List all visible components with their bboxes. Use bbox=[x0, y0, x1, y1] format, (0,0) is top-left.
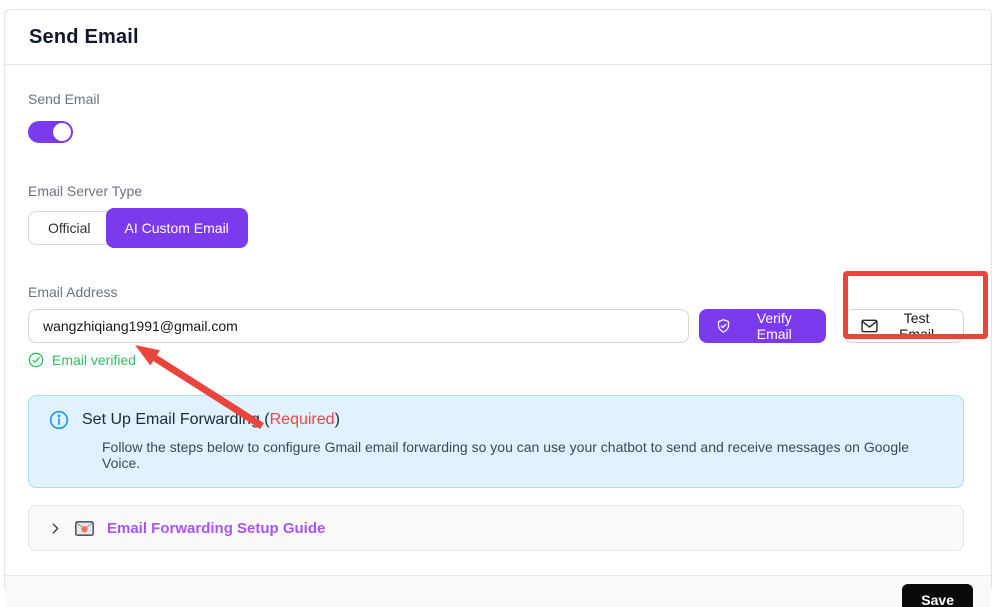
email-server-type-label: Email Server Type bbox=[28, 183, 964, 199]
email-emoji-icon bbox=[75, 521, 94, 536]
card-body: Send Email Email Server Type Official AI… bbox=[5, 65, 991, 575]
card-header: Send Email bbox=[5, 10, 991, 65]
shield-check-icon bbox=[716, 318, 731, 334]
email-forwarding-info-box: Set Up Email Forwarding (Required) Follo… bbox=[28, 395, 964, 488]
send-email-toggle-label: Send Email bbox=[28, 91, 964, 107]
email-address-row: Verify Email Test Email bbox=[28, 309, 964, 343]
send-email-card: Send Email Send Email Email Server Type … bbox=[4, 9, 992, 593]
verify-email-button[interactable]: Verify Email bbox=[699, 309, 826, 343]
test-email-button[interactable]: Test Email bbox=[844, 309, 964, 343]
save-button[interactable]: Save bbox=[902, 584, 973, 607]
send-email-toggle[interactable] bbox=[28, 121, 73, 143]
required-badge: Required bbox=[270, 411, 335, 428]
toggle-knob bbox=[53, 123, 71, 141]
card-footer: Save bbox=[5, 575, 991, 607]
info-box-heading: Set Up Email Forwarding (Required) bbox=[49, 410, 943, 430]
email-address-input[interactable] bbox=[28, 309, 689, 343]
test-email-label: Test Email bbox=[886, 310, 947, 342]
setup-guide-label: Email Forwarding Setup Guide bbox=[107, 520, 325, 537]
email-forwarding-setup-guide-toggle[interactable]: Email Forwarding Setup Guide bbox=[28, 505, 964, 551]
page-title: Send Email bbox=[29, 26, 967, 49]
email-verified-status: Email verified bbox=[28, 352, 964, 368]
email-address-label: Email Address bbox=[28, 284, 964, 300]
info-icon bbox=[49, 410, 69, 430]
info-box-title: Set Up Email Forwarding (Required) bbox=[82, 411, 340, 429]
server-type-option-ai-custom-email[interactable]: AI Custom Email bbox=[106, 208, 248, 248]
info-box-body: Follow the steps below to configure Gmai… bbox=[102, 439, 943, 471]
server-type-option-official[interactable]: Official bbox=[28, 211, 111, 245]
email-server-type-segmented: Official AI Custom Email bbox=[28, 208, 964, 248]
chevron-right-icon bbox=[49, 522, 62, 535]
email-verified-text: Email verified bbox=[52, 352, 136, 368]
check-circle-icon bbox=[28, 352, 44, 368]
verify-email-label: Verify Email bbox=[739, 310, 809, 342]
envelope-icon bbox=[861, 319, 878, 333]
